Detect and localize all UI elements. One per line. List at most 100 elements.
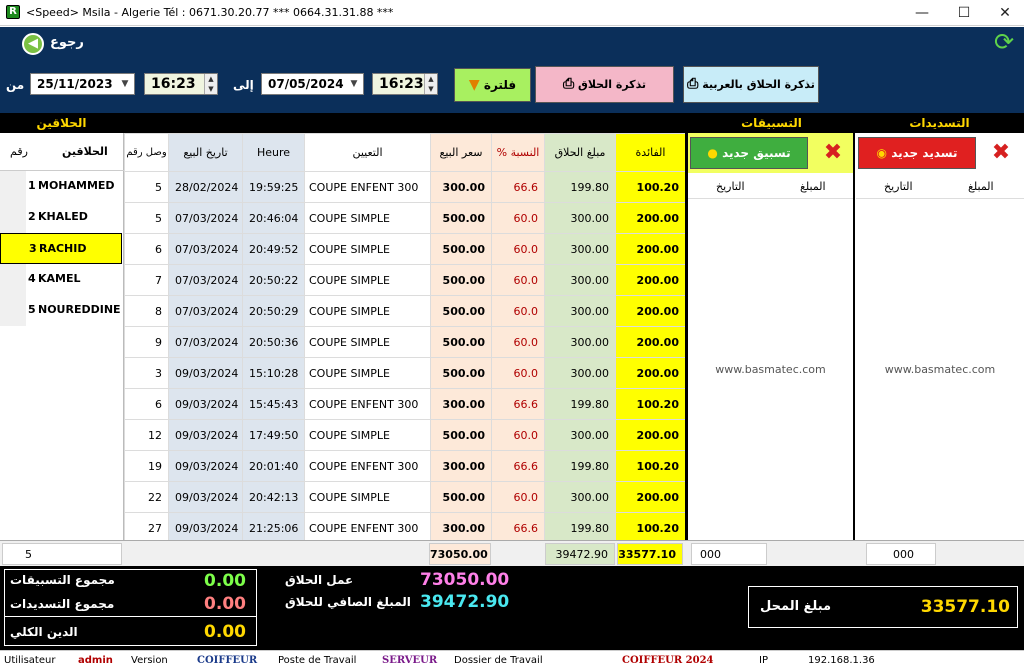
status-version-value: COIFFEUR bbox=[197, 655, 258, 666]
advances-col-amount[interactable]: المبلغ bbox=[800, 180, 826, 193]
designation-cell: COUPE SIMPLE bbox=[304, 419, 431, 451]
col-price[interactable]: سعر البيع bbox=[430, 133, 492, 172]
row-selector[interactable] bbox=[0, 171, 26, 202]
sales-row[interactable]: 5 07/03/2024 20:46:04 COUPE SIMPLE 500.00 60.… bbox=[124, 202, 686, 234]
price-cell: 300.00 bbox=[430, 512, 492, 544]
date-to-picker[interactable]: 07/05/2024 ▼ bbox=[261, 73, 364, 95]
advances-sum-value: 0.00 bbox=[204, 571, 246, 591]
col-pct[interactable]: % النسبة bbox=[491, 133, 545, 172]
payments-col-date[interactable]: التاريخ bbox=[884, 180, 913, 193]
row-selector[interactable] bbox=[0, 202, 26, 233]
time-cell: 20:49:52 bbox=[242, 233, 305, 265]
pct-cell: 60.0 bbox=[491, 419, 545, 451]
ticket-french-button[interactable]: ⎙ تذكرة الحلاق بالفرنسية bbox=[535, 66, 674, 126]
date-from-picker[interactable]: 25/11/2023 ▼ bbox=[30, 73, 135, 95]
col-time[interactable]: Heure bbox=[242, 133, 305, 172]
barber-row[interactable]: 1 MOHAMMED bbox=[0, 171, 122, 202]
refresh-icon[interactable]: ⟳ bbox=[990, 30, 1018, 56]
barber-name: KHALED bbox=[38, 210, 88, 223]
pct-cell: 66.6 bbox=[491, 450, 545, 482]
time-cell: 20:01:40 bbox=[242, 450, 305, 482]
sales-row[interactable]: 9 07/03/2024 20:50:36 COUPE SIMPLE 500.00 60.… bbox=[124, 326, 686, 358]
shop-amount-value: 33577.10 bbox=[920, 597, 1010, 617]
sales-row[interactable]: 6 07/03/2024 20:49:52 COUPE SIMPLE 500.00 60.… bbox=[124, 233, 686, 265]
col-profit[interactable]: الفائدة bbox=[615, 133, 686, 172]
time-to-input[interactable]: 16:23 ▲ ▼ bbox=[372, 73, 438, 95]
date-cell: 07/03/2024 bbox=[168, 326, 243, 358]
filter-button[interactable]: ▼ فلترة bbox=[454, 68, 531, 102]
row-selector[interactable] bbox=[0, 295, 26, 326]
sales-row[interactable]: 5 28/02/2024 19:59:25 COUPE ENFENT 300 300.0… bbox=[124, 171, 686, 203]
chevron-down-icon[interactable]: ▼ bbox=[118, 75, 132, 93]
col-designation[interactable]: التعيين bbox=[304, 133, 431, 172]
advances-col-date[interactable]: التاريخ bbox=[716, 180, 745, 193]
col-date[interactable]: تاريخ البيع bbox=[168, 133, 243, 172]
back-arrow-icon[interactable]: ◀ bbox=[22, 33, 44, 55]
app-icon: R bbox=[6, 5, 20, 19]
price-cell: 500.00 bbox=[430, 233, 492, 265]
chevron-down-icon[interactable]: ▼ bbox=[347, 75, 361, 93]
new-payment-button[interactable]: ◉ تسديد جديد bbox=[858, 137, 976, 169]
sales-row[interactable]: 19 09/03/2024 20:01:40 COUPE ENFENT 300 300.… bbox=[124, 450, 686, 482]
barber-row[interactable]: 3 RACHID bbox=[0, 233, 122, 264]
designation-cell: COUPE ENFENT 300 bbox=[304, 450, 431, 482]
time-to-spinner[interactable]: ▲ ▼ bbox=[424, 74, 437, 94]
sales-row[interactable]: 8 07/03/2024 20:50:29 COUPE SIMPLE 500.00 60.… bbox=[124, 295, 686, 327]
time-from-spinner[interactable]: ▲ ▼ bbox=[204, 74, 217, 94]
price-cell: 500.00 bbox=[430, 264, 492, 296]
sales-row[interactable]: 6 09/03/2024 15:45:43 COUPE ENFENT 300 300.0… bbox=[124, 388, 686, 420]
date-cell: 07/03/2024 bbox=[168, 202, 243, 234]
sales-row[interactable]: 3 09/03/2024 15:10:28 COUPE SIMPLE 500.00 60.… bbox=[124, 357, 686, 389]
barber-row[interactable]: 5 NOUREDDINE bbox=[0, 295, 122, 326]
payments-col-amount[interactable]: المبلغ bbox=[968, 180, 994, 193]
barbers-list: رقم الحلاقين 1 MOHAMMED 2 KHALED 3 RACHID 4 KAM… bbox=[0, 133, 124, 540]
date-cell: 09/03/2024 bbox=[168, 512, 243, 544]
barber-amount-cell: 300.00 bbox=[544, 202, 616, 234]
ticket-arabic-button[interactable]: ⎙ تذكرة الحلاق بالعربية bbox=[683, 66, 819, 103]
price-cell: 500.00 bbox=[430, 326, 492, 358]
time-cell: 17:49:50 bbox=[242, 419, 305, 451]
work-label: عمل الحلاق bbox=[285, 573, 354, 587]
sales-row[interactable]: 27 09/03/2024 21:25:06 COUPE ENFENT 300 300.… bbox=[124, 512, 686, 544]
printer-icon: ⎙ bbox=[562, 76, 575, 92]
net-label: المبلغ الصافي للحلاق bbox=[285, 595, 411, 609]
delete-payment-icon[interactable]: ✖ bbox=[989, 141, 1013, 165]
row-selector[interactable] bbox=[0, 264, 26, 295]
designation-cell: COUPE ENFENT 300 bbox=[304, 171, 431, 203]
summary-panel: مجموع التسبيقات 0.00 مجموع التسديدات 0.0… bbox=[0, 566, 1024, 650]
maximize-button[interactable]: ☐ bbox=[949, 3, 979, 23]
barber-row[interactable]: 4 KAMEL bbox=[0, 264, 122, 295]
col-receipt[interactable]: وصل رقم bbox=[124, 133, 169, 172]
delete-advance-icon[interactable]: ✖ bbox=[821, 141, 845, 165]
back-button-label[interactable]: رجوع bbox=[50, 35, 84, 50]
receipt-cell: 7 bbox=[124, 264, 169, 296]
sales-row[interactable]: 22 09/03/2024 20:42:13 COUPE SIMPLE 500.00 60… bbox=[124, 481, 686, 513]
total-price: 73050.00 bbox=[429, 543, 491, 565]
shop-amount-label: مبلغ المحل bbox=[760, 599, 832, 614]
row-selector[interactable] bbox=[1, 234, 27, 263]
to-label: إلى bbox=[233, 78, 254, 92]
minimize-button[interactable]: — bbox=[907, 3, 937, 23]
barber-person-icon: ● bbox=[707, 146, 718, 160]
date-cell: 09/03/2024 bbox=[168, 357, 243, 389]
price-cell: 300.00 bbox=[430, 450, 492, 482]
receipt-cell: 6 bbox=[124, 233, 169, 265]
new-advance-button[interactable]: ● تسبيق جديد bbox=[690, 137, 808, 169]
status-folder-value: COIFFEUR 2024 bbox=[622, 655, 714, 666]
sales-table-container: وصل رقم تاريخ البيع Heure التعيين سعر ال… bbox=[124, 133, 686, 544]
receipt-cell: 3 bbox=[124, 357, 169, 389]
net-value: 39472.90 bbox=[420, 592, 510, 612]
col-barber-amount[interactable]: مبلغ الحلاق bbox=[544, 133, 616, 172]
barber-name: KAMEL bbox=[38, 272, 81, 285]
barber-amount-cell: 199.80 bbox=[544, 450, 616, 482]
designation-cell: COUPE SIMPLE bbox=[304, 357, 431, 389]
barber-row[interactable]: 2 KHALED bbox=[0, 202, 122, 233]
price-cell: 500.00 bbox=[430, 481, 492, 513]
pct-cell: 66.6 bbox=[491, 171, 545, 203]
sales-row[interactable]: 7 07/03/2024 20:50:22 COUPE SIMPLE 500.00 60.… bbox=[124, 264, 686, 296]
sales-row[interactable]: 12 09/03/2024 17:49:50 COUPE SIMPLE 500.00 60… bbox=[124, 419, 686, 451]
close-window-button[interactable]: ✕ bbox=[990, 3, 1020, 23]
time-from-input[interactable]: 16:23 ▲ ▼ bbox=[144, 73, 218, 95]
barber-num: 4 bbox=[28, 272, 36, 285]
barber-amount-cell: 199.80 bbox=[544, 388, 616, 420]
